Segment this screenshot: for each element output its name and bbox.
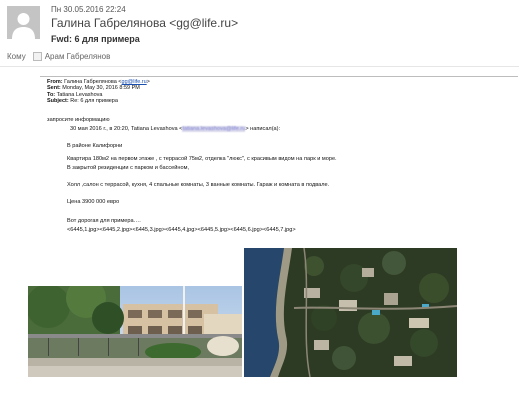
body-line-residence: В закрытой резиденции с парком и бассейн… <box>67 165 190 171</box>
body-line-apartment: Квартира 180м2 на первом этаже , с терра… <box>67 156 337 162</box>
message-date: Пн 30.05.2016 22:24 <box>51 5 126 14</box>
forward-from-email-link[interactable]: gg@life.ru <box>122 79 147 85</box>
body-line-rooms: Холл ,салон с террасой, кухня, 4 спальны… <box>67 182 330 188</box>
sender-avatar[interactable] <box>7 6 40 39</box>
photo-building-image[interactable] <box>28 286 242 377</box>
body-line-location: В районе Калифорни <box>67 143 123 149</box>
to-label: Кому <box>7 52 26 61</box>
contact-icon <box>32 52 42 61</box>
person-silhouette-icon <box>7 6 40 39</box>
recipient-name: Арам Габрелянов <box>44 52 111 61</box>
message-sender[interactable]: Галина Габрелянова <gg@life.ru> <box>51 16 238 30</box>
body-line-example: Вот дорогая для примера…. <box>67 218 141 224</box>
body-intro: запросите информацию <box>47 117 110 123</box>
forward-header: From: Галина Габрелянова <gg@life.ru> Se… <box>47 79 150 104</box>
body-line-price: Цена 3900 000 евро <box>67 199 120 205</box>
forward-subject-row: Subject: Re: 6 для примера <box>47 97 118 104</box>
header-divider <box>0 66 519 67</box>
recipient-chip[interactable]: Арам Габрелянов <box>32 52 111 61</box>
attachment-list[interactable]: <6445,1.jpg><6445,2.jpg><6445,3.jpg><644… <box>67 227 296 233</box>
photo-aerial-image[interactable] <box>244 248 457 377</box>
message-subject: Fwd: 6 для примера <box>51 34 140 44</box>
quote-header: 30 мая 2016 г., в 20:20, Tatiana Levasho… <box>70 126 281 132</box>
quote-email-link[interactable]: tatiana.levashova@life.ru <box>182 126 246 132</box>
forward-divider <box>40 76 518 77</box>
recipients-row: Кому Арам Габрелянов <box>7 52 110 61</box>
